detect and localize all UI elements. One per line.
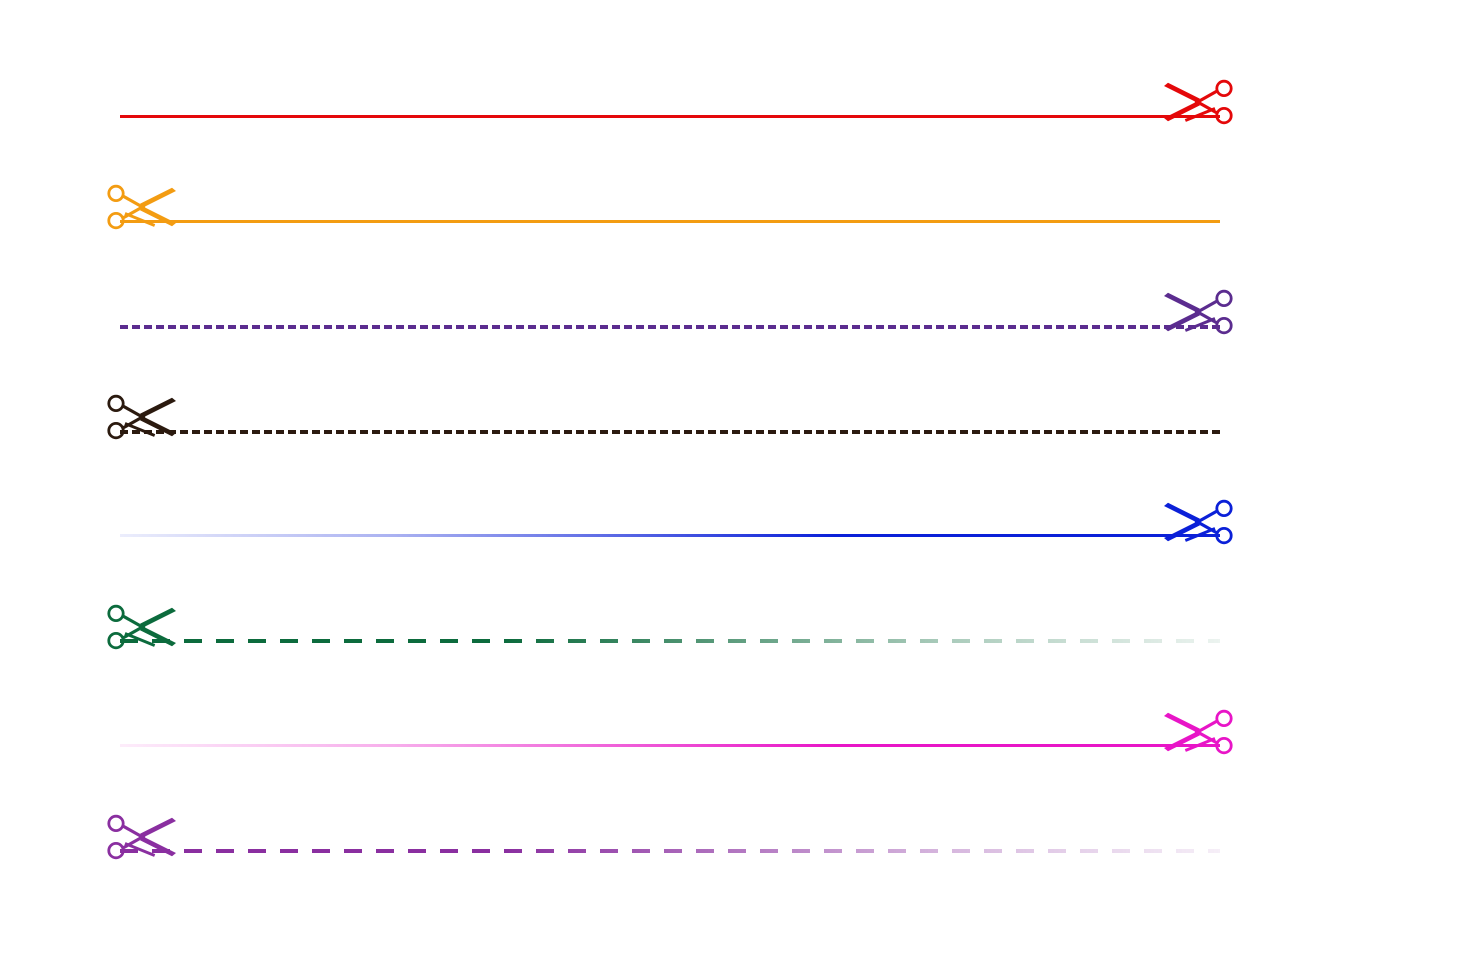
cut-line (120, 220, 1220, 223)
cut-divider-blue (120, 505, 1220, 565)
cut-divider-magenta (120, 715, 1220, 775)
cut-divider-orange (120, 190, 1220, 250)
scissors-icon (100, 812, 180, 862)
cut-divider-brown (120, 400, 1220, 460)
scissors-icon (100, 602, 180, 652)
cut-line (120, 430, 1220, 434)
cut-line (120, 534, 1220, 537)
cut-line (120, 744, 1220, 747)
scissors-icon (1160, 77, 1240, 127)
scissors-icon (1160, 497, 1240, 547)
scissors-icon (1160, 707, 1240, 757)
cut-line (120, 325, 1220, 329)
cut-line (120, 849, 1220, 853)
scissors-icon (100, 392, 180, 442)
cut-divider-red (120, 85, 1220, 145)
cut-divider-green (120, 610, 1220, 670)
cut-line (120, 639, 1220, 643)
scissors-icon (1160, 287, 1240, 337)
cut-line (120, 115, 1220, 118)
cut-divider-violet (120, 820, 1220, 880)
cut-divider-purple (120, 295, 1220, 355)
scissors-icon (100, 182, 180, 232)
